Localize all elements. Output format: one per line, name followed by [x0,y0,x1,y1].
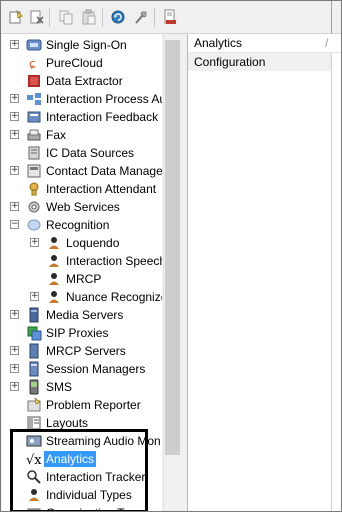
collapse-toggle[interactable]: − [10,220,19,229]
data-sources-icon [28,146,40,160]
properties-icon[interactable] [132,8,150,26]
tree-item[interactable]: Problem Reporter [2,396,162,414]
tree-item-label: Fax [46,128,67,142]
tree-item[interactable]: MRCP [2,270,162,288]
fax-icon [27,129,41,141]
tree-item-label: Interaction Process Au [46,92,162,106]
detail-panel: Analytics / Configuration [187,34,341,511]
tree-item[interactable]: + Contact Data Manage [2,162,162,180]
tree-item-label: SIP Proxies [46,326,109,340]
admin-window: + Single Sign-On ɕ PureCloud Data Extractor +… [0,0,342,512]
tree-scrollbar[interactable] [163,34,180,511]
expand-toggle[interactable]: + [10,364,19,373]
single-sign-on-icon [26,39,42,51]
user-icon [49,237,59,249]
tree-item-label: Data Extractor [46,74,123,88]
attendant-icon [29,182,39,196]
tree-item[interactable]: Interaction Attendant [2,180,162,198]
list-item[interactable]: Configuration [188,53,331,71]
expand-toggle[interactable]: + [10,130,19,139]
process-icon [27,93,41,105]
tree-item-label: Contact Data Manage [46,164,162,178]
tree-item-label: Interaction Attendant [46,182,157,196]
expand-toggle[interactable]: + [10,94,19,103]
list-item-label: Configuration [194,55,266,69]
tree-item[interactable]: + MRCP Servers [2,342,162,360]
tree-item-label: Media Servers [46,308,124,322]
svg-text:ɕ: ɕ [29,57,36,71]
delete-icon[interactable] [28,8,46,26]
tree-item-label: Session Managers [46,362,146,376]
user-icon [49,273,59,285]
problem-reporter-icon [27,397,41,412]
expand-toggle[interactable]: + [10,202,19,211]
expand-toggle[interactable]: + [10,40,19,49]
detail-scrollbar[interactable] [331,53,341,511]
tree-item-label: Problem Reporter [46,398,141,412]
purecloud-icon: ɕ [29,57,36,71]
tree-item-label: Loquendo [66,236,120,250]
tree-item[interactable]: + Web Services [2,198,162,216]
tree-item[interactable]: ɕ PureCloud [2,54,162,72]
recognition-icon [27,219,41,231]
contact-data-icon [27,164,41,178]
sms-icon [29,379,39,395]
expand-toggle[interactable]: + [10,310,19,319]
highlight-box [10,429,148,511]
tree-item[interactable]: + Interaction Process Au [2,90,162,108]
column-header-label: Analytics [194,36,243,50]
tree-item-label: MRCP [66,272,102,286]
tree-item-label: MRCP Servers [46,344,126,358]
paste-icon[interactable] [80,8,98,26]
media-servers-icon [29,307,39,323]
tree-item-label: Recognition [46,218,110,232]
sip-proxies-icon [27,326,42,341]
new-item-icon[interactable] [7,8,25,26]
tree-item-label: Web Services [46,200,120,214]
expand-toggle[interactable]: + [30,238,39,247]
web-services-icon [28,201,40,213]
tree-item[interactable]: + Media Servers [2,306,162,324]
expand-toggle[interactable]: + [10,382,19,391]
tree-item[interactable]: + Fax [2,126,162,144]
tree-item-label: Single Sign-On [46,38,127,52]
user-icon [49,291,59,303]
tree-item-label: Interaction Speech [66,254,162,268]
column-header[interactable]: Analytics / [188,34,341,53]
export-icon[interactable] [161,8,179,26]
tree-item-label: Nuance Recognize [66,290,162,304]
tree-item-label: SMS [46,380,73,394]
tree-item[interactable]: + Session Managers [2,360,162,378]
tree-item[interactable]: Data Extractor [2,72,162,90]
expand-toggle[interactable]: + [10,112,19,121]
tree-item[interactable]: − Recognition [2,216,162,234]
copy-icon[interactable] [57,8,75,26]
column-header-divider[interactable]: / [325,36,328,50]
tree-item[interactable]: IC Data Sources [2,144,162,162]
tree-item-label: Interaction Feedback [46,110,159,124]
expand-toggle[interactable]: + [10,166,19,175]
session-managers-icon [29,361,39,377]
user-icon [49,255,59,267]
expand-toggle[interactable]: + [30,292,39,301]
tree-item[interactable]: Interaction Speech [2,252,162,270]
data-extractor-icon [28,75,40,87]
tree-item[interactable]: + Interaction Feedback [2,108,162,126]
tree-item[interactable]: + Nuance Recognize [2,288,162,306]
feedback-icon [27,111,41,123]
tree-item[interactable]: + Single Sign-On [2,36,162,54]
tree-item-label: PureCloud [46,56,103,70]
mrcp-servers-icon [29,343,39,359]
expand-toggle[interactable]: + [10,346,19,355]
tree-item[interactable]: + SMS [2,378,162,396]
refresh-icon[interactable] [109,8,127,26]
toolbar [1,1,341,34]
tree-item[interactable]: SIP Proxies [2,324,162,342]
tree-item[interactable]: + Loquendo [2,234,162,252]
tree-item-label: IC Data Sources [46,146,135,160]
tree-scroll-thumb[interactable] [165,40,180,455]
